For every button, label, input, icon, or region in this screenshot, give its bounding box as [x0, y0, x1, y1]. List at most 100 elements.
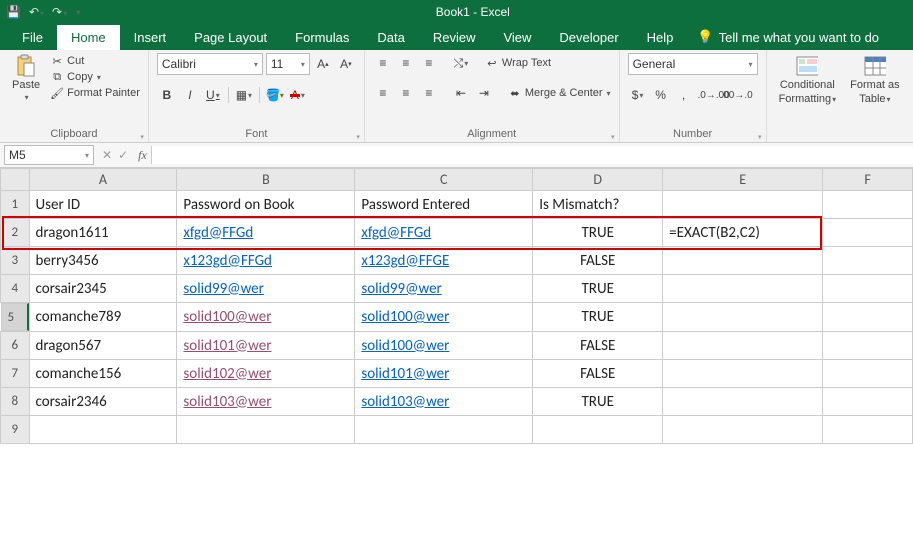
cell-A1[interactable]: User ID — [29, 191, 177, 219]
cell-B5[interactable]: solid100@wer — [177, 303, 355, 332]
tab-help[interactable]: Help — [633, 25, 688, 50]
cell-F1[interactable] — [823, 191, 913, 219]
align-right-icon[interactable]: ≡ — [419, 83, 439, 103]
cell-B7[interactable]: solid102@wer — [177, 360, 355, 388]
col-header-D[interactable]: D — [533, 169, 663, 191]
cell-B3[interactable]: x123gd@FFGd — [177, 247, 355, 275]
cell-A6[interactable]: dragon567 — [29, 332, 177, 360]
accounting-format-icon[interactable]: $▾ — [628, 85, 648, 105]
cell-B2[interactable]: xfgd@FFGd — [177, 219, 355, 247]
cell-C8[interactable]: solid103@wer — [355, 388, 533, 416]
row-header-8[interactable]: 8 — [1, 388, 30, 416]
tab-page-layout[interactable]: Page Layout — [180, 25, 281, 50]
formula-bar[interactable] — [151, 146, 913, 164]
cell-A7[interactable]: comanche156 — [29, 360, 177, 388]
row-header-5[interactable]: 5 — [1, 303, 29, 331]
row-header-9[interactable]: 9 — [1, 416, 30, 444]
cell-F4[interactable] — [823, 275, 913, 303]
cell-F6[interactable] — [823, 332, 913, 360]
number-format-select[interactable]: General▾ — [628, 53, 758, 75]
cancel-formula-icon[interactable]: ✕ — [102, 148, 112, 162]
cell-E4[interactable] — [663, 275, 823, 303]
font-color-button[interactable]: A▾ — [288, 85, 308, 105]
row-header-7[interactable]: 7 — [1, 360, 30, 388]
copy-button[interactable]: ⧉Copy▾ — [50, 69, 140, 85]
cell-C1[interactable]: Password Entered — [355, 191, 533, 219]
fill-color-button[interactable]: 🪣▾ — [265, 85, 285, 105]
cell-C5[interactable]: solid100@wer — [355, 303, 533, 332]
font-name-select[interactable]: Calibri▾ — [157, 53, 263, 75]
orientation-icon[interactable]: ⤭▾ — [451, 53, 471, 73]
decrease-decimal-icon[interactable]: .00→.0 — [727, 85, 747, 105]
cell-D1[interactable]: Is Mismatch? — [533, 191, 663, 219]
row-header-2[interactable]: 2 — [1, 219, 30, 247]
decrease-indent-icon[interactable]: ⇤ — [451, 83, 471, 103]
undo-icon[interactable]: ↶▾ — [29, 5, 44, 19]
merge-center-button[interactable]: ⬌Merge & Center ▾ — [508, 85, 611, 101]
italic-button[interactable]: I — [180, 85, 200, 105]
enter-formula-icon[interactable]: ✓ — [118, 148, 128, 162]
format-as-table-button[interactable]: Format as Table▾ — [846, 53, 904, 107]
fx-icon[interactable]: fx — [134, 148, 151, 163]
cell-F8[interactable] — [823, 388, 913, 416]
align-middle-icon[interactable]: ≡ — [396, 53, 416, 73]
cell-A9[interactable] — [29, 416, 177, 444]
tab-developer[interactable]: Developer — [545, 25, 632, 50]
col-header-B[interactable]: B — [177, 169, 355, 191]
cell-E1[interactable] — [663, 191, 823, 219]
col-header-E[interactable]: E — [663, 169, 823, 191]
tab-data[interactable]: Data — [363, 25, 418, 50]
underline-button[interactable]: U▾ — [203, 85, 223, 105]
cell-D4[interactable]: TRUE — [533, 275, 663, 303]
format-painter-button[interactable]: 🖌Format Painter — [50, 85, 140, 101]
cell-D5[interactable]: TRUE — [533, 303, 663, 332]
cell-F3[interactable] — [823, 247, 913, 275]
cell-A3[interactable]: berry3456 — [29, 247, 177, 275]
cell-D2[interactable]: TRUE — [533, 219, 663, 247]
decrease-font-icon[interactable]: A▾ — [336, 54, 356, 74]
cell-B1[interactable]: Password on Book — [177, 191, 355, 219]
tell-me-search[interactable]: 💡 Tell me what you want to do — [687, 24, 889, 50]
qat-customize-icon[interactable]: ▾ — [76, 8, 80, 17]
conditional-formatting-button[interactable]: Conditional Formatting▾ — [775, 53, 841, 107]
cell-A2[interactable]: dragon1611 — [29, 219, 177, 247]
cell-B4[interactable]: solid99@wer — [177, 275, 355, 303]
borders-button[interactable]: ▦▾ — [234, 85, 254, 105]
cell-D7[interactable]: FALSE — [533, 360, 663, 388]
cell-C7[interactable]: solid101@wer — [355, 360, 533, 388]
cell-E6[interactable] — [663, 332, 823, 360]
cell-C2[interactable]: xfgd@FFGd — [355, 219, 533, 247]
cell-D9[interactable] — [533, 416, 663, 444]
tab-home[interactable]: Home — [57, 25, 120, 50]
col-header-F[interactable]: F — [823, 169, 913, 191]
cell-C9[interactable] — [355, 416, 533, 444]
align-top-icon[interactable]: ≡ — [373, 53, 393, 73]
col-header-A[interactable]: A — [29, 169, 177, 191]
cell-C3[interactable]: x123gd@FFGE — [355, 247, 533, 275]
cell-B6[interactable]: solid101@wer — [177, 332, 355, 360]
row-header-4[interactable]: 4 — [1, 275, 30, 303]
tab-insert[interactable]: Insert — [120, 25, 181, 50]
cell-D3[interactable]: FALSE — [533, 247, 663, 275]
bold-button[interactable]: B — [157, 85, 177, 105]
cell-E8[interactable] — [663, 388, 823, 416]
cell-B8[interactable]: solid103@wer — [177, 388, 355, 416]
cell-D8[interactable]: TRUE — [533, 388, 663, 416]
cell-F2[interactable] — [823, 219, 913, 247]
tab-review[interactable]: Review — [419, 25, 490, 50]
cell-C4[interactable]: solid99@wer — [355, 275, 533, 303]
cell-E5[interactable] — [663, 303, 823, 332]
row-header-3[interactable]: 3 — [1, 247, 30, 275]
select-all-corner[interactable] — [1, 169, 30, 191]
cell-E2[interactable]: =EXACT(B2,C2) — [663, 219, 823, 247]
paste-button[interactable]: Paste ▾ — [8, 53, 44, 104]
col-header-C[interactable]: C — [355, 169, 533, 191]
font-size-select[interactable]: 11▾ — [266, 53, 310, 75]
cell-F9[interactable] — [823, 416, 913, 444]
name-box[interactable]: M5▾ — [4, 145, 94, 165]
cell-E3[interactable] — [663, 247, 823, 275]
increase-indent-icon[interactable]: ⇥ — [474, 83, 494, 103]
cell-F7[interactable] — [823, 360, 913, 388]
cell-A5[interactable]: comanche789 — [29, 303, 177, 332]
cell-D6[interactable]: FALSE — [533, 332, 663, 360]
